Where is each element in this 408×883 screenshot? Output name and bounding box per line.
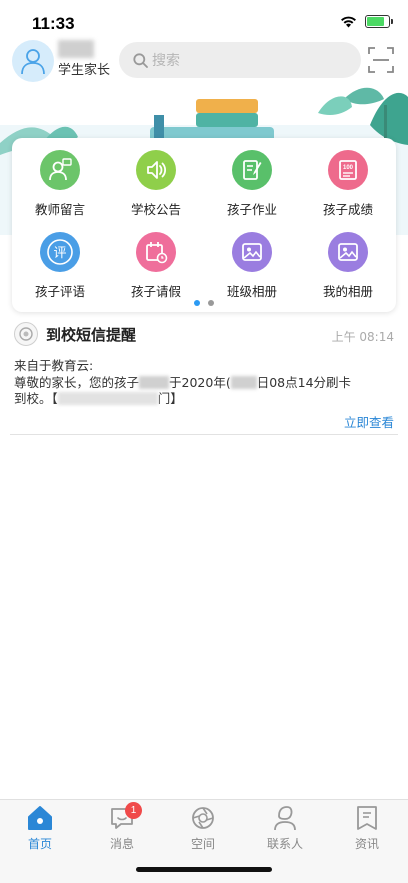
tab-home[interactable]: 首页 [10, 804, 70, 852]
message-line: 到校。【 门】 [14, 391, 398, 408]
page-indicator[interactable] [12, 300, 396, 306]
redacted-text [139, 375, 170, 389]
status-time: 11:33 [32, 14, 75, 33]
comment-glyph: 评 [53, 246, 66, 261]
search-input[interactable]: 搜索 [119, 42, 361, 78]
page-dot[interactable] [208, 300, 214, 306]
scan-icon[interactable] [368, 47, 394, 73]
tab-label: 首页 [27, 837, 52, 851]
grid-item-class-album[interactable]: 班级相册 [204, 232, 300, 300]
feature-grid: 教师留言 学校公告 孩子作业 100 孩子成绩 评 孩子评语 孩子请假 班级相册… [12, 150, 396, 300]
status-bar: 11:33 [0, 0, 408, 40]
user-name-redacted [58, 40, 94, 58]
tab-label: 消息 [109, 837, 134, 851]
message-text: 到校。【 [14, 391, 58, 406]
divider [10, 434, 398, 435]
homework-icon [232, 150, 272, 190]
message-line: 来自于教育云: [14, 358, 94, 373]
message-time: 上午 08:14 [331, 330, 394, 344]
album-icon [232, 232, 272, 272]
album-icon [328, 232, 368, 272]
tab-label: 资讯 [354, 837, 379, 851]
message-text: 尊敬的家长，您的孩子 [14, 374, 140, 390]
battery-icon [365, 15, 393, 28]
message-body: 来自于教育云: 尊敬的家长，您的孩子 于2020年( 日08点14分刷卡 到校。【 门… [10, 358, 398, 408]
feature-grid-card: 教师留言 学校公告 孩子作业 100 孩子成绩 评 孩子评语 孩子请假 班级相册… [12, 138, 396, 312]
message-text: 于2020年( [169, 374, 231, 390]
wifi-icon [341, 16, 356, 27]
grades-icon: 100 [328, 150, 368, 190]
redacted-text [57, 392, 158, 405]
message-card[interactable]: 到校短信提醒 上午 08:14 来自于教育云: 尊敬的家长，您的孩子 于2020年… [10, 320, 398, 435]
speaker-icon [136, 150, 176, 190]
page-dot-active[interactable] [194, 300, 200, 306]
redacted-text [230, 375, 257, 389]
message-line: 尊敬的家长，您的孩子 于2020年( 日08点14分刷卡 [14, 375, 398, 392]
message-text: 门】 [157, 391, 183, 406]
grid-item-leave[interactable]: 孩子请假 [108, 232, 204, 300]
grid-label: 学校公告 [130, 202, 181, 217]
grid-item-school-notice[interactable]: 学校公告 [108, 150, 204, 218]
grid-label: 孩子成绩 [322, 202, 373, 217]
tab-label: 联系人 [266, 837, 303, 851]
aperture-icon [192, 807, 214, 829]
search-icon [133, 52, 148, 68]
contact-icon [274, 806, 296, 831]
teacher-message-icon [40, 150, 80, 190]
user-avatar-icon [21, 49, 45, 75]
home-icon [28, 806, 52, 830]
grid-item-comments[interactable]: 评 孩子评语 [12, 232, 108, 300]
grid-label: 孩子作业 [226, 202, 277, 217]
grid-label: 班级相册 [226, 284, 277, 299]
header: 学生家长 搜索 [0, 40, 408, 82]
grid-item-my-album[interactable]: 我的相册 [300, 232, 396, 300]
tab-space[interactable]: 空间 [173, 804, 233, 852]
view-now-link[interactable]: 立即查看 [344, 412, 394, 431]
message-title: 到校短信提醒 [46, 326, 137, 344]
grid-item-homework[interactable]: 孩子作业 [204, 150, 300, 218]
grid-label: 孩子评语 [34, 284, 85, 299]
grid-item-grades[interactable]: 100 孩子成绩 [300, 150, 396, 218]
grid-label: 我的相册 [322, 284, 373, 299]
message-sender-icon [14, 322, 38, 346]
battery-fill [367, 17, 384, 26]
search-placeholder: 搜索 [152, 53, 180, 69]
grid-label: 教师留言 [34, 202, 85, 217]
tab-label: 空间 [190, 837, 215, 851]
tab-messages[interactable]: 1 消息 [92, 802, 152, 852]
user-role: 学生家长 [58, 63, 111, 78]
unread-badge: 1 [125, 802, 142, 819]
grid-item-teacher-message[interactable]: 教师留言 [12, 150, 108, 218]
svg-text:100: 100 [343, 165, 354, 171]
home-indicator [136, 867, 272, 872]
news-icon [357, 806, 377, 830]
tab-contacts[interactable]: 联系人 [255, 804, 315, 852]
tab-news[interactable]: 资讯 [337, 804, 397, 852]
grid-label: 孩子请假 [130, 284, 181, 299]
message-text: 日08点14分刷卡 [256, 374, 352, 390]
avatar[interactable] [12, 40, 54, 82]
message-header: 到校短信提醒 上午 08:14 [10, 320, 398, 350]
comment-icon: 评 [40, 232, 80, 272]
calendar-icon [136, 232, 176, 272]
status-icons [340, 15, 393, 28]
